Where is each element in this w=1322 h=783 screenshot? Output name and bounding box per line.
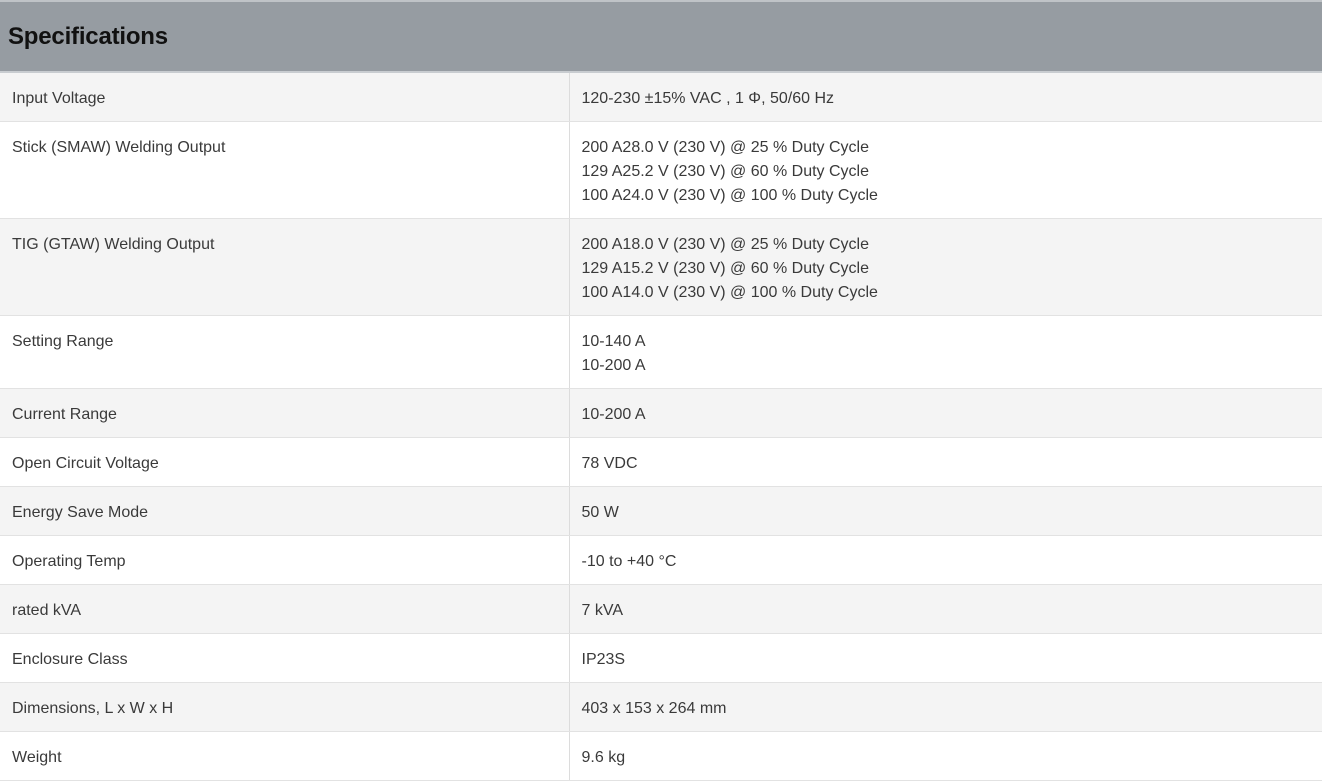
spec-row: Setting Range 10-140 A 10-200 A (0, 315, 1322, 389)
spec-value-line: 78 VDC (581, 455, 638, 472)
spec-label: TIG (GTAW) Welding Output (0, 218, 570, 316)
spec-label: Enclosure Class (0, 633, 570, 683)
spec-value-line: 403 x 153 x 264 mm (581, 700, 727, 717)
spec-value: 7 kVA (569, 584, 1322, 634)
spec-row: Current Range 10-200 A (0, 388, 1322, 438)
spec-value-line: -10 to +40 °C (581, 553, 677, 570)
spec-value-line: 129 A25.2 V (230 V) @ 60 % Duty Cycle (581, 163, 870, 180)
spec-row: Operating Temp -10 to +40 °C (0, 535, 1322, 585)
spec-value-line: 129 A15.2 V (230 V) @ 60 % Duty Cycle (581, 260, 870, 277)
specifications-section: Specifications Input Voltage 120-230 ±15%… (0, 0, 1322, 781)
spec-value-line: 10-200 A (581, 406, 646, 423)
spec-row: rated kVA 7 kVA (0, 584, 1322, 634)
spec-value: 200 A28.0 V (230 V) @ 25 % Duty Cycle 129… (569, 121, 1322, 219)
spec-label: Weight (0, 731, 570, 781)
spec-value: 10-200 A (569, 388, 1322, 438)
spec-row: Open Circuit Voltage 78 VDC (0, 437, 1322, 487)
spec-value: 50 W (569, 486, 1322, 536)
spec-label: Input Voltage (0, 73, 570, 122)
spec-value-line: 200 A18.0 V (230 V) @ 25 % Duty Cycle (581, 236, 870, 253)
spec-value: -10 to +40 °C (569, 535, 1322, 585)
spec-value-line: 7 kVA (581, 602, 624, 619)
spec-label: Energy Save Mode (0, 486, 570, 536)
spec-value: 200 A18.0 V (230 V) @ 25 % Duty Cycle 129… (569, 218, 1322, 316)
specifications-table: Input Voltage 120-230 ±15% VAC , 1 Φ, 50/… (0, 73, 1322, 781)
spec-label: Stick (SMAW) Welding Output (0, 121, 570, 219)
spec-value-line: 100 A14.0 V (230 V) @ 100 % Duty Cycle (581, 284, 878, 301)
spec-row: Stick (SMAW) Welding Output 200 A28.0 V (… (0, 121, 1322, 219)
spec-value-line: 10-200 A (581, 357, 646, 374)
spec-value-line: 100 A24.0 V (230 V) @ 100 % Duty Cycle (581, 187, 878, 204)
spec-value: 78 VDC (569, 437, 1322, 487)
spec-value: 9.6 kg (569, 731, 1322, 781)
spec-row: Enclosure Class IP23S (0, 633, 1322, 683)
spec-row: Dimensions, L x W x H 403 x 153 x 264 mm (0, 682, 1322, 732)
spec-value-line: IP23S (581, 651, 626, 668)
spec-row: Weight 9.6 kg (0, 731, 1322, 781)
spec-row: Energy Save Mode 50 W (0, 486, 1322, 536)
spec-value-line: 9.6 kg (581, 749, 626, 766)
spec-label: Current Range (0, 388, 570, 438)
specifications-header: Specifications (0, 2, 1322, 73)
spec-label: Operating Temp (0, 535, 570, 585)
spec-value-line: 50 W (581, 504, 619, 521)
spec-value: 120-230 ±15% VAC , 1 Φ, 50/60 Hz (569, 73, 1322, 122)
spec-value-line: 120-230 ±15% VAC , 1 Φ, 50/60 Hz (581, 90, 835, 107)
spec-value: 403 x 153 x 264 mm (569, 682, 1322, 732)
spec-row: TIG (GTAW) Welding Output 200 A18.0 V (23… (0, 218, 1322, 316)
spec-label: Dimensions, L x W x H (0, 682, 570, 732)
spec-value: 10-140 A 10-200 A (569, 315, 1322, 389)
specifications-table-body: Input Voltage 120-230 ±15% VAC , 1 Φ, 50/… (0, 73, 1322, 781)
spec-value-line: 200 A28.0 V (230 V) @ 25 % Duty Cycle (581, 139, 870, 156)
specifications-title: Specifications (8, 22, 168, 50)
spec-label: rated kVA (0, 584, 570, 634)
spec-label: Open Circuit Voltage (0, 437, 570, 487)
spec-label: Setting Range (0, 315, 570, 389)
spec-value-line: 10-140 A (581, 333, 646, 350)
spec-row: Input Voltage 120-230 ±15% VAC , 1 Φ, 50/… (0, 73, 1322, 122)
spec-value: IP23S (569, 633, 1322, 683)
